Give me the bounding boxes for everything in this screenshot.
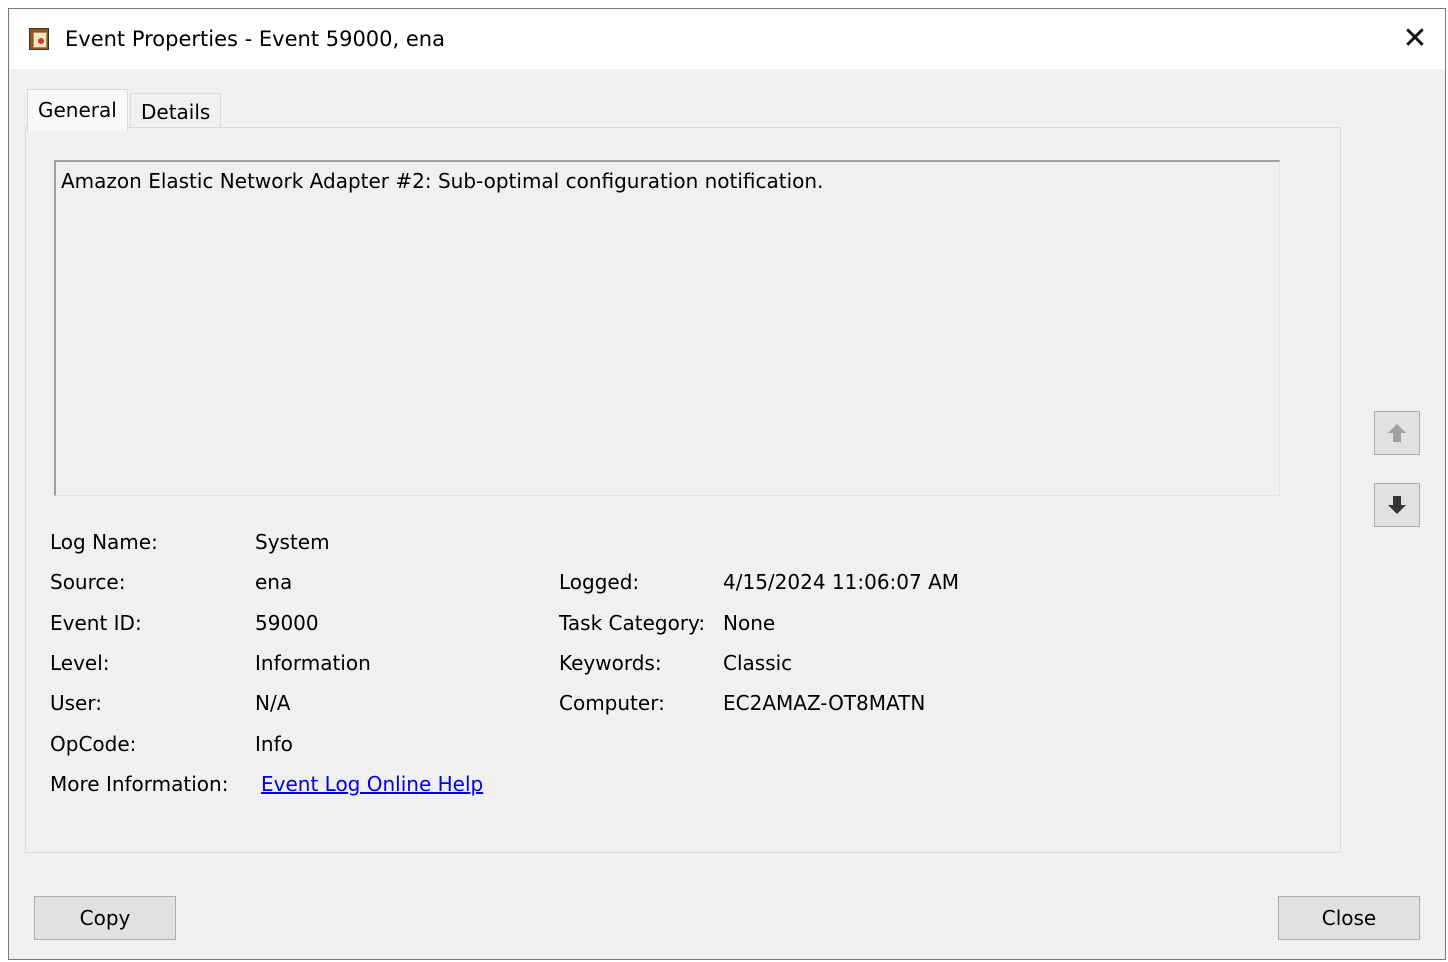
source-value: ena — [255, 570, 293, 594]
log-name-label: Log Name: — [50, 530, 158, 554]
close-icon[interactable]: ✕ — [1385, 9, 1445, 69]
keywords-label: Keywords: — [559, 651, 662, 675]
event-id-label: Event ID: — [50, 611, 142, 635]
window-title: Event Properties - Event 59000, ena — [65, 27, 445, 51]
log-name-value: System — [255, 530, 330, 554]
computer-label: Computer: — [559, 691, 665, 715]
title-bar[interactable]: Event Properties - Event 59000, ena ✕ — [9, 9, 1445, 69]
task-category-label: Task Category: — [559, 611, 706, 635]
arrow-down-icon — [1388, 496, 1406, 514]
event-id-value: 59000 — [255, 611, 319, 635]
source-label: Source: — [50, 570, 126, 594]
keywords-value: Classic — [723, 651, 793, 675]
computer-value: EC2AMAZ-OT8MATN — [723, 691, 926, 715]
previous-event-button[interactable] — [1374, 411, 1420, 455]
close-button[interactable]: Close — [1278, 896, 1420, 940]
logged-value: 4/15/2024 11:06:07 AM — [723, 570, 960, 594]
more-information-label: More Information: — [50, 772, 229, 796]
logged-label: Logged: — [559, 570, 640, 594]
general-tab-panel: Amazon Elastic Network Adapter #2: Sub-o… — [25, 127, 1341, 853]
level-label: Level: — [50, 651, 110, 675]
event-viewer-icon — [29, 28, 49, 50]
task-category-value: None — [723, 611, 776, 635]
user-label: User: — [50, 691, 102, 715]
tab-general[interactable]: General — [27, 89, 128, 131]
opcode-label: OpCode: — [50, 732, 137, 756]
level-value: Information — [255, 651, 371, 675]
arrow-up-icon — [1388, 424, 1406, 442]
opcode-value: Info — [255, 732, 293, 756]
user-value: N/A — [255, 691, 291, 715]
tab-details[interactable]: Details — [130, 93, 222, 129]
event-log-online-help-link[interactable]: Event Log Online Help — [261, 770, 483, 798]
copy-button[interactable]: Copy — [34, 896, 176, 940]
event-properties-dialog: Event Properties - Event 59000, ena ✕ Ge… — [8, 8, 1446, 960]
event-description-box[interactable]: Amazon Elastic Network Adapter #2: Sub-o… — [54, 160, 1280, 496]
next-event-button[interactable] — [1374, 483, 1420, 527]
